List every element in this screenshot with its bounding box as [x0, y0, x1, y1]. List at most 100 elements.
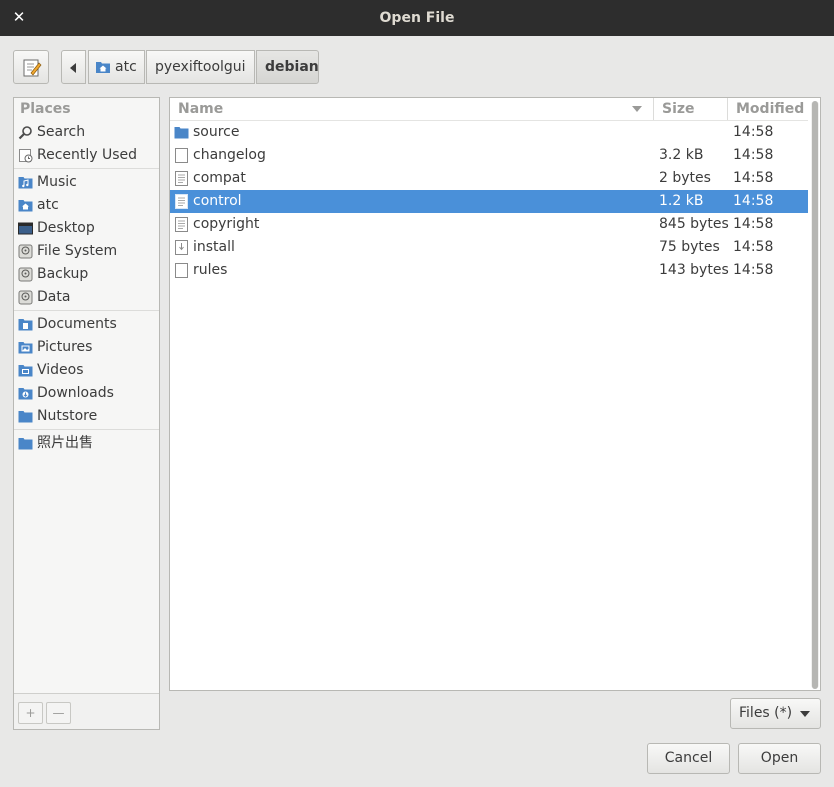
remove-bookmark-button[interactable]: —: [46, 702, 71, 724]
breadcrumb-pyexiftoolgui[interactable]: pyexiftoolgui: [146, 50, 255, 84]
sidebar-item-label: Videos: [37, 362, 84, 378]
drive-icon: [18, 244, 33, 259]
places-footer: + —: [14, 693, 159, 729]
title-bar: ✕ Open File: [0, 0, 834, 36]
file-modified: 14:58: [733, 239, 774, 255]
breadcrumb-label: pyexiftoolgui: [155, 59, 246, 75]
home-folder-icon: [96, 62, 110, 73]
breadcrumb-label: debian: [265, 59, 319, 75]
file-size: 3.2 kB: [659, 147, 704, 163]
pictures-folder-icon: [18, 342, 33, 354]
sidebar-item-atc[interactable]: atc: [14, 194, 159, 217]
filter-label: Files (*): [739, 705, 793, 721]
file-name: source: [193, 124, 240, 140]
sidebar-separator: [14, 168, 159, 169]
back-button[interactable]: [61, 50, 86, 84]
places-header: Places: [20, 101, 71, 117]
text-file-icon: [175, 217, 188, 232]
breadcrumb-atc[interactable]: atc: [88, 50, 145, 84]
sidebar-item-music[interactable]: Music: [14, 171, 159, 194]
file-row[interactable]: source 14:58: [170, 121, 808, 144]
column-header-modified[interactable]: Modified: [728, 98, 808, 120]
sidebar-item-label: Desktop: [37, 220, 95, 236]
add-bookmark-button[interactable]: +: [18, 702, 43, 724]
videos-folder-icon: [18, 365, 33, 377]
drive-icon: [18, 290, 33, 305]
sidebar-item-label: Pictures: [37, 339, 93, 355]
file-modified: 14:58: [733, 193, 774, 209]
text-file-icon: [175, 171, 188, 186]
file-name: install: [193, 239, 235, 255]
file-modified: 14:58: [733, 147, 774, 163]
file-size: 75 bytes: [659, 239, 720, 255]
file-modified: 14:58: [733, 170, 774, 186]
sidebar-separator: [14, 310, 159, 311]
sidebar-item-label: Recently Used: [37, 147, 138, 163]
column-header-name[interactable]: Name: [170, 98, 654, 120]
sidebar-item-videos[interactable]: Videos: [14, 359, 159, 382]
blank-file-icon: [175, 148, 188, 163]
file-name: compat: [193, 170, 246, 186]
sidebar-item-search[interactable]: Search: [14, 121, 159, 144]
column-header-label: Modified: [736, 101, 805, 117]
sidebar-item-label: Documents: [37, 316, 117, 332]
folder-icon: [18, 438, 33, 450]
file-type-filter[interactable]: Files (*): [730, 698, 821, 729]
file-row[interactable]: compat 2 bytes 14:58: [170, 167, 808, 190]
file-name: rules: [193, 262, 228, 278]
edit-location-icon: [23, 59, 42, 77]
sidebar-item-label: Nutstore: [37, 408, 98, 424]
sidebar-item-nutstore[interactable]: Nutstore: [14, 405, 159, 428]
sidebar-item-data[interactable]: Data: [14, 286, 159, 309]
blank-file-icon: [175, 263, 188, 278]
column-header-label: Name: [178, 101, 224, 117]
breadcrumb-label: atc: [115, 59, 137, 75]
file-name: copyright: [193, 216, 260, 232]
sidebar-item-label: File System: [37, 243, 118, 259]
sidebar-item-label: Music: [37, 174, 77, 190]
sidebar-item-desktop[interactable]: Desktop: [14, 217, 159, 240]
scrollbar-thumb[interactable]: [812, 101, 818, 689]
column-header-label: Size: [662, 101, 695, 117]
sidebar-item-file-system[interactable]: File System: [14, 240, 159, 263]
chevron-down-icon: [800, 711, 810, 717]
documents-folder-icon: [18, 319, 33, 331]
home-folder-icon: [18, 200, 33, 212]
text-file-icon: [175, 194, 188, 209]
file-row[interactable]: copyright 845 bytes 14:58: [170, 213, 808, 236]
file-size: 143 bytes: [659, 262, 729, 278]
vertical-scrollbar[interactable]: [811, 101, 819, 689]
sidebar-item-backup[interactable]: Backup: [14, 263, 159, 286]
file-modified: 14:58: [733, 216, 774, 232]
sidebar-item-label: Backup: [37, 266, 89, 282]
folder-icon: [174, 127, 189, 139]
install-file-icon: [175, 240, 188, 255]
file-row[interactable]: changelog 3.2 kB 14:58: [170, 144, 808, 167]
sidebar-item-recently-used[interactable]: Recently Used: [14, 144, 159, 167]
sort-descending-icon: [632, 106, 642, 112]
downloads-folder-icon: [18, 388, 33, 400]
sidebar-separator: [14, 429, 159, 430]
sidebar-item-downloads[interactable]: Downloads: [14, 382, 159, 405]
file-size: 1.2 kB: [659, 193, 704, 209]
open-button[interactable]: Open: [738, 743, 821, 774]
places-sidebar: Places Search Recently Used Music atc De…: [13, 97, 160, 730]
column-header-size[interactable]: Size: [654, 98, 728, 120]
sidebar-item-documents[interactable]: Documents: [14, 313, 159, 336]
file-list: Name Size Modified source 14:58 changelo…: [169, 97, 821, 691]
breadcrumb-debian[interactable]: debian: [256, 50, 319, 84]
desktop-icon: [18, 222, 33, 235]
music-folder-icon: [18, 177, 33, 189]
sidebar-item-pictures[interactable]: Pictures: [14, 336, 159, 359]
sidebar-item-label: 照片出售: [37, 435, 93, 451]
cancel-button[interactable]: Cancel: [647, 743, 730, 774]
file-row[interactable]: rules 143 bytes 14:58: [170, 259, 808, 282]
file-modified: 14:58: [733, 262, 774, 278]
file-row[interactable]: install 75 bytes 14:58: [170, 236, 808, 259]
sidebar-item-photo-sale[interactable]: 照片出售: [14, 432, 159, 455]
file-name: changelog: [193, 147, 266, 163]
file-size: 2 bytes: [659, 170, 711, 186]
edit-location-button[interactable]: [13, 50, 49, 84]
sidebar-item-label: atc: [37, 197, 59, 213]
file-row-selected[interactable]: control 1.2 kB 14:58: [170, 190, 808, 213]
